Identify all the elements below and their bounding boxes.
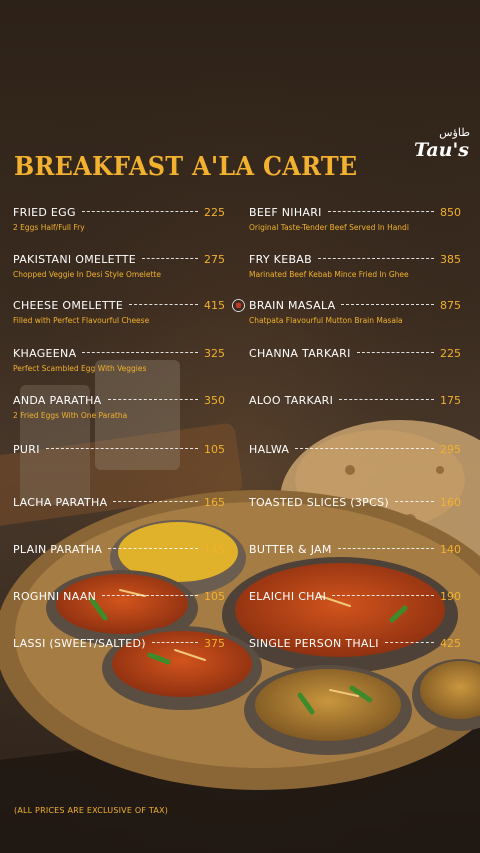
menu-item-name: CHANNA TARKARI <box>249 346 351 360</box>
menu-item: PAKISTANI OMELETTE 275 Chopped Veggie In D… <box>13 251 225 280</box>
menu-item-name: ROGHNI NAAN <box>13 589 97 603</box>
menu-item: CHANNA TARKARI 225 <box>249 345 461 361</box>
menu-item-price: 190 <box>440 589 461 603</box>
menu-item: FRIED EGG 225 2 Eggs Half/Full Fry <box>13 204 225 233</box>
menu-item: BRAIN MASALA 875 Chatpata Flavourful Mutto… <box>249 297 461 326</box>
menu-item: ROGHNI NAAN 105 <box>13 588 225 604</box>
dotted-leader <box>339 398 434 400</box>
dotted-leader <box>107 398 198 400</box>
menu-item-price: 140 <box>440 542 461 556</box>
menu-item-price: 385 <box>440 252 461 266</box>
menu-item-description: 2 Eggs Half/Full Fry <box>13 223 85 232</box>
dotted-leader <box>317 257 434 259</box>
menu-item: ANDA PARATHA 350 2 Fried Eggs With One Par… <box>13 392 225 421</box>
menu-item-name: TOASTED SLICES (3PCS) <box>249 495 389 509</box>
menu-item: LASSI (SWEET/SALTED) 375 <box>13 635 225 651</box>
menu-item: HALWA 295 <box>249 441 461 457</box>
menu-item-name: BRAIN MASALA <box>249 298 336 312</box>
menu-item-price: 875 <box>440 298 461 312</box>
menu-item-name: PURI <box>13 442 40 456</box>
menu-item-name: FRIED EGG <box>13 205 76 219</box>
menu-item-name: PLAIN PARATHA <box>13 542 103 556</box>
menu-item: CHEESE OMELETTE 415 Filled with Perfect Fl… <box>13 297 225 326</box>
menu-title: BREAKFAST A'LA CARTE <box>14 152 358 182</box>
menu-item-description: Filled with Perfect Flavourful Cheese <box>13 316 150 325</box>
menu-item-name: FRY KEBAB <box>249 252 312 266</box>
menu-item-description: Original Taste-Tender Beef Served In Han… <box>249 223 409 232</box>
dotted-leader <box>129 303 198 305</box>
dotted-leader <box>142 257 198 259</box>
dotted-leader <box>327 210 434 212</box>
menu-item: FRY KEBAB 385 Marinated Beef Kebab Mince F… <box>249 251 461 280</box>
menu-item-name: SINGLE PERSON THALI <box>249 636 379 650</box>
menu-item-description: Perfect Scambled Egg With Veggies <box>13 364 147 373</box>
dotted-leader <box>295 447 434 449</box>
menu-item-name: CHEESE OMELETTE <box>13 298 124 312</box>
menu-item-price: 145 <box>204 542 225 556</box>
dotted-leader <box>384 641 434 643</box>
dotted-leader <box>151 641 198 643</box>
food-photo-background <box>0 0 480 853</box>
menu-item: PLAIN PARATHA 145 <box>13 541 225 557</box>
menu-item-description: Chopped Veggie In Desi Style Omelette <box>13 270 161 279</box>
menu-item-price: 225 <box>440 346 461 360</box>
menu-item: PURI 105 <box>13 441 225 457</box>
menu-item-price: 375 <box>204 636 225 650</box>
menu-item-price: 105 <box>204 589 225 603</box>
logo-urdu-text: طاؤس <box>439 126 470 139</box>
dotted-leader <box>394 500 434 502</box>
menu-item: SINGLE PERSON THALI 425 <box>249 635 461 651</box>
logo-latin-text: Tau's <box>414 139 469 161</box>
menu-item-name: BUTTER & JAM <box>249 542 332 556</box>
menu-item-name: LACHA PARATHA <box>13 495 108 509</box>
menu-item-price: 105 <box>204 442 225 456</box>
dotted-leader <box>356 351 434 353</box>
menu-item-name: ANDA PARATHA <box>13 393 102 407</box>
menu-item-name: ELAICHI CHAI <box>249 589 327 603</box>
dotted-leader <box>332 594 434 596</box>
menu-item-price: 165 <box>204 495 225 509</box>
dotted-leader <box>81 210 198 212</box>
menu-item-price: 295 <box>440 442 461 456</box>
menu-item-price: 275 <box>204 252 225 266</box>
menu-item: BEEF NIHARI 850 Original Taste-Tender Beef… <box>249 204 461 233</box>
menu-item-name: ALOO TARKARI <box>249 393 334 407</box>
menu-item-price: 160 <box>440 495 461 509</box>
menu-item-price: 350 <box>204 393 225 407</box>
menu-item-name: KHAGEENA <box>13 346 77 360</box>
menu-item: ELAICHI CHAI 190 <box>249 588 461 604</box>
menu-item: TOASTED SLICES (3PCS) 160 <box>249 494 461 510</box>
menu-item-name: BEEF NIHARI <box>249 205 322 219</box>
menu-item-price: 850 <box>440 205 461 219</box>
menu-item-price: 225 <box>204 205 225 219</box>
menu-item: ALOO TARKARI 175 <box>249 392 461 408</box>
menu-item: KHAGEENA 325 Perfect Scambled Egg With Veg… <box>13 345 225 374</box>
menu-item-price: 175 <box>440 393 461 407</box>
menu-item: LACHA PARATHA 165 <box>13 494 225 510</box>
menu-item-description: 2 Fried Eggs With One Paratha <box>13 411 128 420</box>
dotted-leader <box>45 447 198 449</box>
menu-item-price: 425 <box>440 636 461 650</box>
dotted-leader <box>337 547 434 549</box>
menu-item-description: Chatpata Flavourful Mutton Brain Masala <box>249 316 403 325</box>
menu-item-name: LASSI (SWEET/SALTED) <box>13 636 146 650</box>
chef-special-icon <box>232 299 245 312</box>
dotted-leader <box>113 500 198 502</box>
tax-footnote: (ALL PRICES ARE EXCLUSIVE OF TAX) <box>14 806 169 815</box>
menu-item-price: 415 <box>204 298 225 312</box>
menu-item-name: PAKISTANI OMELETTE <box>13 252 137 266</box>
menu-item: BUTTER & JAM 140 <box>249 541 461 557</box>
dotted-leader <box>102 594 198 596</box>
dotted-leader <box>341 303 434 305</box>
menu-item-price: 325 <box>204 346 225 360</box>
menu-item-description: Marinated Beef Kebab Mince Fried In Ghee <box>249 270 409 279</box>
menu-item-name: HALWA <box>249 442 290 456</box>
brand-logo: طاؤس Tau's <box>412 124 474 162</box>
dotted-leader <box>82 351 198 353</box>
dotted-leader <box>108 547 198 549</box>
